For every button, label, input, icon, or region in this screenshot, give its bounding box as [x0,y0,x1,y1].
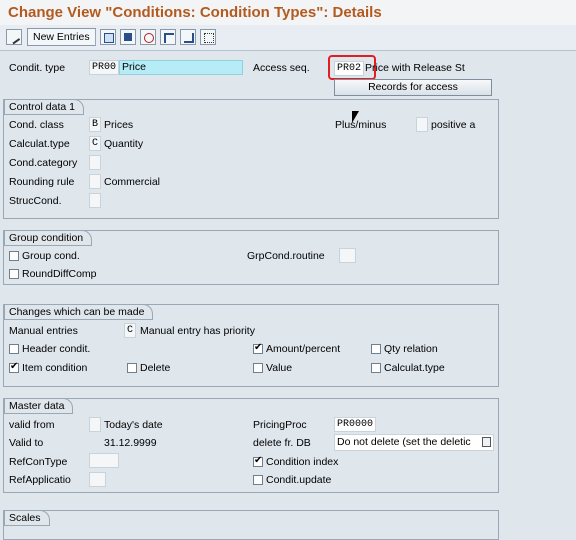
plus-minus-label: Plus/minus [335,119,387,131]
item-condition-label: Item condition [22,362,88,374]
header-condit-checkbox[interactable] [9,344,19,354]
calculat-type-check-label: Calculat.type [384,362,445,374]
cond-category-label: Cond.category [9,157,78,169]
access-seq-label: Access seq. [253,62,310,74]
pricing-proc-field[interactable]: PR0000 [334,417,376,432]
select-all-icon[interactable] [200,29,216,45]
valid-from-field[interactable] [89,417,101,432]
toolbar: New Entries [0,25,576,51]
scales-heading: Scales [4,510,50,526]
amount-percent-label: Amount/percent [266,343,341,355]
ref-con-type-label: RefConType [9,456,68,468]
cond-class-field[interactable]: B [89,117,101,132]
title-bar: Change View "Conditions: Condition Types… [0,0,576,25]
copy-icon[interactable] [100,29,116,45]
valid-from-label: valid from [9,419,55,431]
calculat-type-label: Calculat.type [9,138,70,150]
round-diff-comp-label: RoundDiffComp [22,268,97,280]
new-entries-button[interactable]: New Entries [27,28,96,46]
rounding-rule-label: Rounding rule [9,176,75,188]
condit-update-checkbox[interactable] [253,475,263,485]
delete-fr-db-select[interactable]: Do not delete (set the deletic [334,434,494,451]
previous-entry-icon[interactable] [160,29,176,45]
page-title: Change View "Conditions: Condition Types… [8,4,382,21]
calculat-type-checkbox[interactable] [371,363,381,373]
dropdown-icon[interactable] [482,437,491,447]
struc-cond-field[interactable] [89,193,101,208]
toolbar-separator [95,29,96,46]
master-data-heading: Master data [4,398,74,414]
valid-to-label: Valid to [9,437,44,449]
ref-con-type-field[interactable] [89,453,119,468]
struc-cond-label: StrucCond. [9,195,62,207]
cond-category-field[interactable] [89,155,101,170]
control-data-heading: Control data 1 [4,99,84,115]
qty-relation-label: Qty relation [384,343,438,355]
manual-entries-field[interactable]: C [124,323,136,338]
condit-type-description: Price [119,60,243,75]
manual-entries-description: Manual entry has priority [140,325,255,337]
ref-applicatio-label: RefApplicatio [9,474,71,486]
valid-to-value: 31.12.9999 [104,437,157,449]
amount-percent-checkbox[interactable] [253,342,263,354]
value-label: Value [266,362,293,374]
cond-class-label: Cond. class [9,119,64,131]
delete-label: Delete [140,362,171,374]
valid-from-description: Today's date [104,419,163,431]
calculat-type-description: Quantity [104,138,144,150]
plus-minus-description: positive a [431,119,476,131]
pencil-glasses-icon[interactable] [6,29,22,45]
plus-minus-field[interactable] [416,117,428,132]
condition-index-label: Condition index [266,456,339,468]
grp-cond-routine-field[interactable] [339,248,356,263]
group-cond-label: Group cond. [22,250,80,262]
qty-relation-checkbox[interactable] [371,344,381,354]
calculat-type-field[interactable]: C [89,136,101,151]
group-condition-heading: Group condition [4,230,93,246]
manual-entries-label: Manual entries [9,325,78,337]
save-icon[interactable] [120,29,136,45]
item-condition-checkbox[interactable] [9,361,19,373]
rounding-rule-description: Commercial [104,176,161,188]
changes-heading: Changes which can be made [4,304,154,320]
records-for-access-button[interactable]: Records for access [334,79,492,96]
grp-cond-routine-label: GrpCond.routine [247,250,325,262]
mouse-cursor-icon [352,111,359,123]
rounding-rule-field[interactable] [89,174,101,189]
condit-type-field[interactable]: PR00 [89,60,119,75]
condit-update-label: Condit.update [266,474,332,486]
undo-delete-icon[interactable] [140,29,156,45]
ref-applicatio-field[interactable] [89,472,106,487]
access-seq-description: Price with Release St [365,62,465,74]
condit-type-label: Condit. type [9,62,66,74]
cond-class-description: Prices [104,119,134,131]
round-diff-comp-checkbox[interactable] [9,269,19,279]
scales-group: Scales [3,510,499,540]
value-checkbox[interactable] [253,363,263,373]
delete-checkbox[interactable] [127,363,137,373]
condition-index-checkbox[interactable] [253,455,263,467]
group-cond-checkbox[interactable] [9,251,19,261]
pricing-proc-label: PricingProc [253,419,307,431]
header-condit-label: Header condit. [22,343,91,355]
next-entry-icon[interactable] [180,29,196,45]
delete-fr-db-label: delete fr. DB [253,437,311,449]
